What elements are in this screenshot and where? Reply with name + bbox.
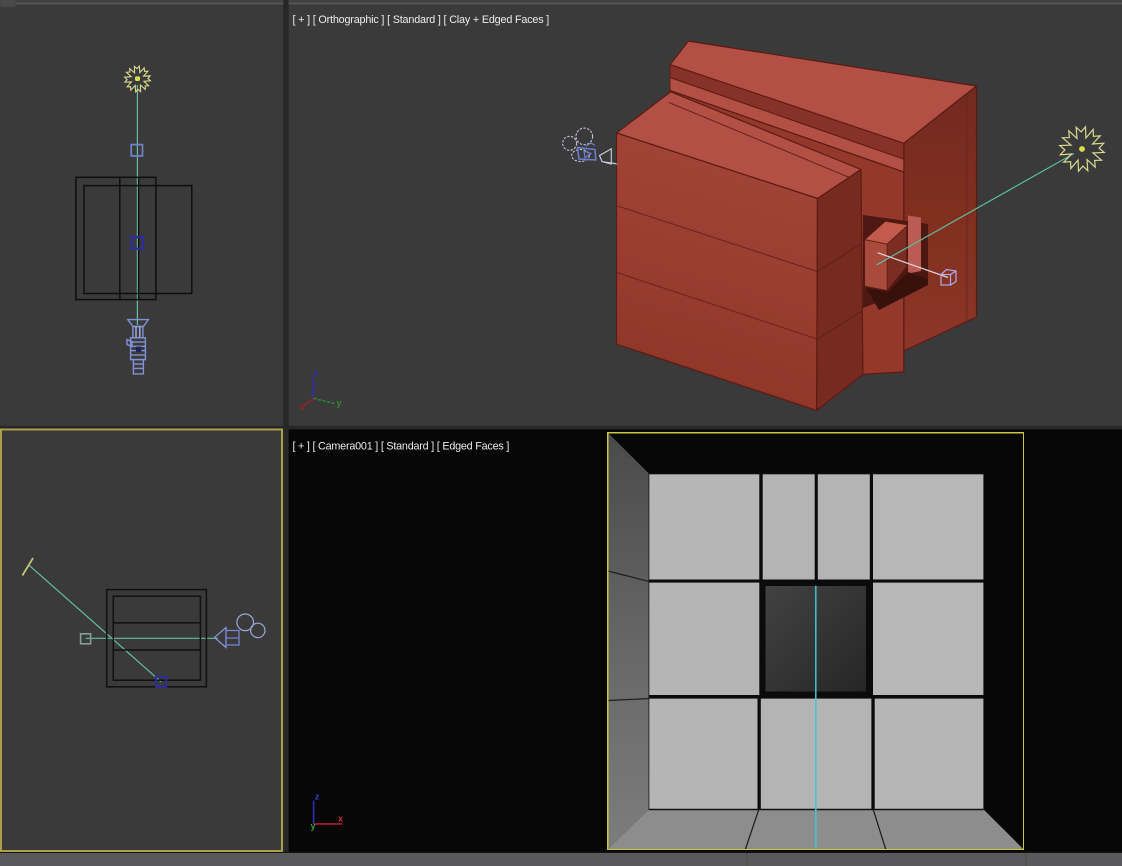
svg-text:[ + ] [ Orthographic ] [ Stand: [ + ] [ Orthographic ] [ Standard ] [ Cl…: [293, 14, 550, 26]
svg-text:y: y: [311, 821, 316, 831]
svg-text:y: y: [337, 398, 342, 408]
svg-text:z: z: [314, 367, 319, 377]
svg-text:x: x: [338, 814, 343, 824]
svg-text:z: z: [315, 792, 320, 802]
svg-text:x: x: [300, 402, 305, 412]
svg-text:[ + ] [ Camera001 ] [ Standard: [ + ] [ Camera001 ] [ Standard ] [ Edged…: [293, 441, 510, 453]
